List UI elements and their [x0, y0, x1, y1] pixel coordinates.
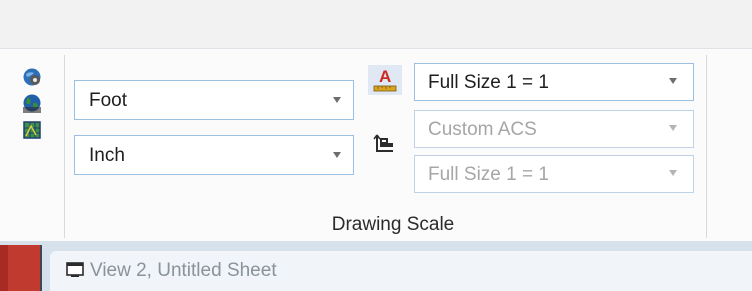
drawing-scale-group-label: Drawing Scale — [331, 214, 455, 235]
group-separator-right — [706, 55, 707, 238]
group-separator-left — [64, 55, 65, 238]
acs-value: Custom ACS — [428, 119, 537, 140]
view-title: View 2, Untitled Sheet — [90, 260, 277, 281]
acs-scale-dropdown[interactable]: Full Size 1 = 1 — [414, 155, 694, 193]
left-icon-column — [0, 49, 60, 242]
annotation-scale-value: Full Size 1 = 1 — [428, 72, 549, 93]
chevron-down-icon — [669, 78, 677, 84]
view-tab-bar: View 2, Untitled Sheet — [0, 241, 752, 291]
sub-unit-value: Inch — [89, 145, 125, 166]
chevron-down-icon — [669, 125, 677, 131]
svg-text:A: A — [379, 67, 391, 86]
globe-earth-icon[interactable] — [22, 93, 42, 113]
top-strip — [0, 0, 752, 48]
master-unit-dropdown[interactable]: Foot — [74, 80, 354, 120]
chevron-down-icon — [333, 152, 341, 158]
acs-dropdown[interactable]: Custom ACS — [414, 110, 694, 148]
map-grid-icon[interactable] — [22, 120, 42, 140]
master-unit-value: Foot — [89, 90, 128, 111]
view-window-icon — [66, 262, 84, 278]
ribbon-panel: Foot Inch A Full Size 1 = 1 Custom ACS F… — [0, 48, 752, 241]
settings-globe-icon[interactable] — [22, 67, 42, 87]
acs-scale-value: Full Size 1 = 1 — [428, 164, 549, 185]
annotation-scale-icon[interactable]: A — [368, 65, 402, 95]
chevron-down-icon — [333, 97, 341, 103]
view-tab-indicator[interactable] — [0, 245, 42, 291]
sub-unit-dropdown[interactable]: Inch — [74, 135, 354, 175]
chevron-down-icon — [669, 170, 677, 176]
annotation-scale-dropdown[interactable]: Full Size 1 = 1 — [414, 63, 694, 101]
acs-icon[interactable] — [368, 129, 402, 159]
